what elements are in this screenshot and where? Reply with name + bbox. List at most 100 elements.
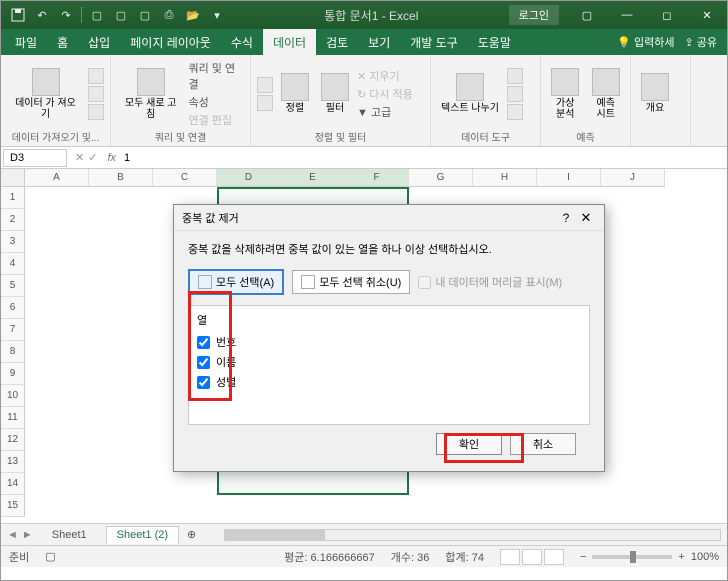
enter-formula-icon[interactable]: ✓ xyxy=(88,151,97,164)
group-label: 정렬 및 필터 xyxy=(257,129,424,143)
close-icon[interactable]: ✕ xyxy=(687,1,727,29)
remove-dup-icon[interactable] xyxy=(507,86,523,102)
new-sheet-icon[interactable]: ⊕ xyxy=(187,528,196,541)
help-icon[interactable]: ? xyxy=(556,211,576,225)
unselect-all-icon xyxy=(301,275,315,289)
print-icon[interactable]: ⎙ xyxy=(160,6,178,24)
ribbon-options-icon[interactable]: ▢ xyxy=(567,1,607,29)
forecast-button[interactable]: 예측 시트 xyxy=(588,66,625,122)
share-button[interactable]: ⇪ 공유 xyxy=(684,34,717,50)
status-sum: 합계: 74 xyxy=(445,549,484,565)
edit-links[interactable]: 연결 편집 xyxy=(188,112,244,128)
text-to-columns-button[interactable]: 텍스트 나누기 xyxy=(437,71,503,116)
formula-input[interactable] xyxy=(120,149,727,167)
filter-button[interactable]: 필터 xyxy=(317,71,353,116)
qat-icon[interactable]: ▢ xyxy=(112,6,130,24)
advanced-filter[interactable]: ▼ 고급 xyxy=(357,104,413,120)
refresh-all-button[interactable]: 모두 새로 고침 xyxy=(117,66,184,122)
get-data-button[interactable]: 데이터 가 져오기 xyxy=(7,66,84,122)
sort-asc-icon[interactable] xyxy=(257,77,273,93)
new-icon[interactable]: ▢ xyxy=(88,6,106,24)
normal-view-icon[interactable] xyxy=(500,549,520,565)
from-table-icon[interactable] xyxy=(88,104,104,120)
data-val-icon[interactable] xyxy=(507,104,523,120)
qat-icon2[interactable]: ▢ xyxy=(136,6,154,24)
tell-me[interactable]: 💡 입력하세 xyxy=(617,34,674,50)
tab-data[interactable]: 데이터 xyxy=(263,29,316,55)
zoom-in-icon[interactable]: + xyxy=(678,551,684,563)
column-headers[interactable]: ABC DEF GHIJ xyxy=(25,169,727,187)
redo-icon[interactable]: ↷ xyxy=(57,6,75,24)
clear-filter[interactable]: ✕ 지우기 xyxy=(357,68,413,84)
whatif-button[interactable]: 가상 분석 xyxy=(547,66,584,122)
sheet-tab[interactable]: Sheet1 xyxy=(41,526,98,544)
sort-desc-icon[interactable] xyxy=(257,95,273,111)
name-box[interactable]: D3 xyxy=(3,149,67,167)
select-all-button[interactable]: 모두 선택(A) xyxy=(188,269,284,295)
row-headers[interactable]: 1234 5678 9101112 131415 xyxy=(1,187,25,517)
next-sheet-icon[interactable]: ► xyxy=(22,529,33,541)
group-label: 데이터 가져오기 및... xyxy=(7,129,104,143)
minimize-icon[interactable]: — xyxy=(607,1,647,29)
dialog-message: 중복 값을 삭제하려면 중복 값이 있는 열을 하나 이상 선택하십시오. xyxy=(188,241,590,257)
fx-icon[interactable]: fx xyxy=(103,152,120,164)
close-icon[interactable]: ✕ xyxy=(576,210,596,226)
status-ready: 준비 xyxy=(9,549,29,565)
from-text-icon[interactable] xyxy=(88,68,104,84)
tab-help[interactable]: 도움말 xyxy=(468,29,521,55)
columns-header: 열 xyxy=(197,312,581,328)
sort-button[interactable]: 정렬 xyxy=(277,71,313,116)
reapply-filter[interactable]: ↻ 다시 적용 xyxy=(357,86,413,102)
window-title: 통합 문서1 - Excel xyxy=(234,7,509,24)
page-break-view-icon[interactable] xyxy=(544,549,564,565)
macro-record-icon[interactable]: ▢ xyxy=(45,550,55,563)
select-all-corner[interactable] xyxy=(1,169,25,187)
undo-icon[interactable]: ↶ xyxy=(33,6,51,24)
qat-more-icon[interactable]: ▾ xyxy=(208,6,226,24)
tab-view[interactable]: 보기 xyxy=(358,29,400,55)
group-label: 쿼리 및 연결 xyxy=(117,129,244,143)
unselect-all-button[interactable]: 모두 선택 취소(U) xyxy=(292,270,410,294)
ribbon: 데이터 가 져오기 데이터 가져오기 및... 모두 새로 고침 쿼리 및 연결… xyxy=(1,55,727,147)
dialog-title: 중복 값 제거 xyxy=(182,210,556,226)
cancel-button[interactable]: 취소 xyxy=(510,433,576,455)
page-layout-view-icon[interactable] xyxy=(522,549,542,565)
column-checkbox-3[interactable]: 성별 xyxy=(197,374,581,390)
tab-home[interactable]: 홈 xyxy=(47,29,78,55)
properties[interactable]: 속성 xyxy=(188,94,244,110)
tab-insert[interactable]: 삽입 xyxy=(78,29,120,55)
from-web-icon[interactable] xyxy=(88,86,104,102)
column-checkbox-1[interactable]: 번호 xyxy=(197,334,581,350)
tab-formulas[interactable]: 수식 xyxy=(221,29,263,55)
group-label xyxy=(637,129,684,143)
save-icon[interactable] xyxy=(9,6,27,24)
cancel-formula-icon[interactable]: ✕ xyxy=(75,151,84,164)
zoom-level[interactable]: 100% xyxy=(691,551,719,563)
zoom-out-icon[interactable]: − xyxy=(580,551,586,563)
sheet-tab-active[interactable]: Sheet1 (2) xyxy=(106,526,179,544)
tab-review[interactable]: 검토 xyxy=(316,29,358,55)
headers-checkbox[interactable]: 내 데이터에 머리글 표시(M) xyxy=(418,274,562,290)
ok-button[interactable]: 확인 xyxy=(436,433,502,455)
group-label: 데이터 도구 xyxy=(437,129,534,143)
status-bar: 준비 ▢ 평균: 6.166666667 개수: 36 합계: 74 − + 1… xyxy=(1,545,727,567)
column-checkbox-2[interactable]: 이름 xyxy=(197,354,581,370)
queries-connections[interactable]: 쿼리 및 연결 xyxy=(188,60,244,92)
quick-access-toolbar: ↶ ↷ ▢ ▢ ▢ ⎙ 📂 ▾ xyxy=(1,6,234,24)
login-button[interactable]: 로그인 xyxy=(509,5,559,25)
prev-sheet-icon[interactable]: ◄ xyxy=(7,529,18,541)
window-controls: ▢ — ◻ ✕ xyxy=(567,1,727,29)
open-icon[interactable]: 📂 xyxy=(184,6,202,24)
tab-file[interactable]: 파일 xyxy=(5,29,47,55)
zoom-control[interactable]: − + 100% xyxy=(580,551,719,563)
formula-bar: D3 ✕ ✓ fx xyxy=(1,147,727,169)
tab-developer[interactable]: 개발 도구 xyxy=(400,29,468,55)
outline-button[interactable]: 개요 xyxy=(637,71,673,116)
maximize-icon[interactable]: ◻ xyxy=(647,1,687,29)
tab-pagelayout[interactable]: 페이지 레이아웃 xyxy=(120,29,221,55)
columns-listbox[interactable]: 열 번호 이름 성별 xyxy=(188,305,590,425)
flash-fill-icon[interactable] xyxy=(507,68,523,84)
select-all-icon xyxy=(198,275,212,289)
title-bar: ↶ ↷ ▢ ▢ ▢ ⎙ 📂 ▾ 통합 문서1 - Excel 로그인 ▢ — ◻… xyxy=(1,1,727,29)
horizontal-scrollbar[interactable] xyxy=(224,529,721,541)
